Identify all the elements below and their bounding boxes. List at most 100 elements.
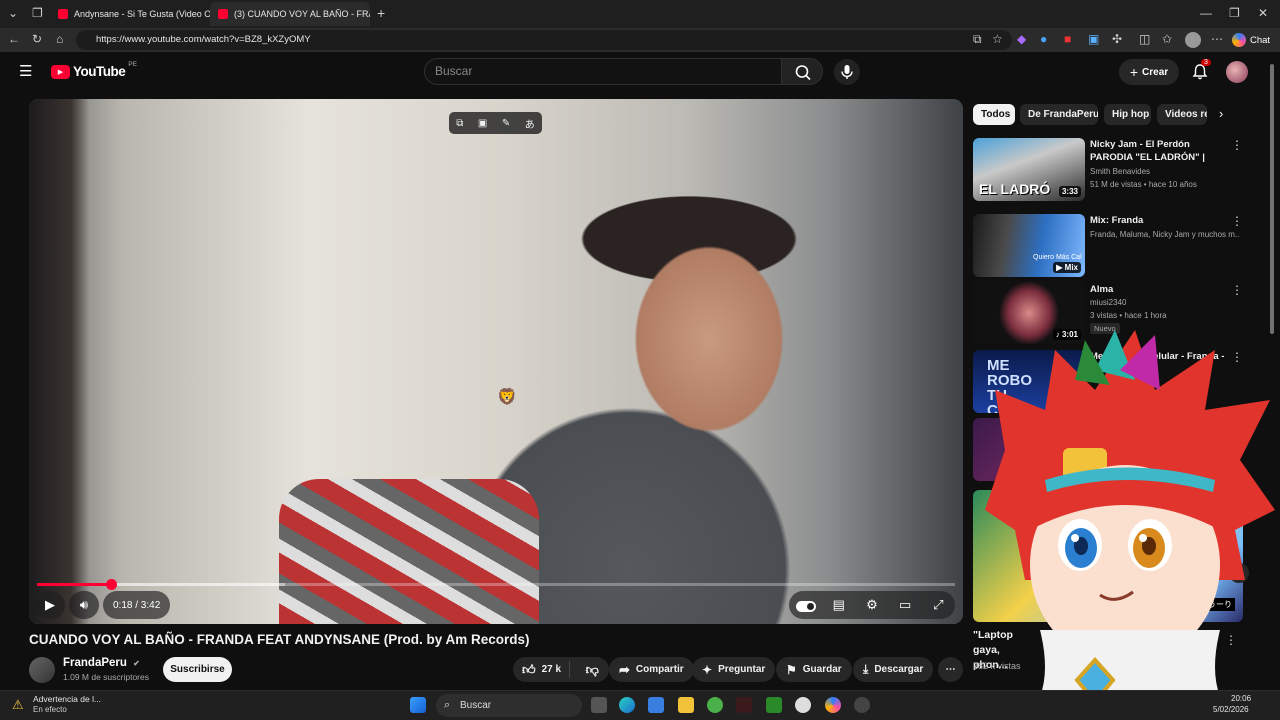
play-button[interactable]: ▶ [35,591,65,619]
task-view-icon[interactable] [591,697,607,713]
workspaces-icon[interactable]: ❐ [32,6,43,20]
app-icon[interactable] [736,697,752,713]
copilot-chat-button[interactable]: Chat [1232,31,1270,49]
chip-hip-hop[interactable]: Hip hop [1104,104,1151,125]
taskbar-search[interactable]: ⌕ Buscar [436,694,582,717]
picture-in-picture-icon[interactable]: ⧉ [456,118,463,129]
voice-search-button[interactable] [834,59,860,85]
thumbs-up-icon: 👍︎ [522,661,536,677]
channel-name[interactable]: FrandaPeru ✔ [63,657,140,669]
more-vertical-icon[interactable]: ⋮ [1231,214,1243,228]
share-button[interactable]: ➦ Compartir [609,657,694,682]
back-icon[interactable]: ← [8,32,20,46]
extension-icon[interactable]: ◆ [1017,32,1026,46]
settings-gear-icon[interactable]: ⚙ [858,597,886,613]
recommendation-item[interactable]: Quiero Más Cal ▶ Mix Mix: Franda Franda,… [973,210,1248,277]
edge-browser-icon[interactable] [619,697,635,713]
more-vertical-icon[interactable]: ⋮ [1231,138,1243,152]
volume-icon: 🔊︎ [79,597,89,612]
warning-icon[interactable]: ⚠ [12,697,24,713]
search-button[interactable] [781,58,823,85]
scrollbar-thumb[interactable] [1270,64,1274,334]
like-dislike-group: 👍︎ 27 k 👎︎ [513,657,609,682]
subtitles-icon[interactable]: ▤ [825,597,853,613]
refresh-icon[interactable]: ↻ [32,32,42,46]
mute-button[interactable]: 🔊︎ [69,591,99,619]
subscribe-button[interactable]: Suscribirse [163,657,232,682]
translate-icon[interactable]: あ [525,116,535,131]
app-icon[interactable] [707,697,723,713]
recommendation-title: Mix: Franda [1090,215,1144,226]
tab-andynsane[interactable]: Andynsane - Si Te Gusta (Video Of ✕ [50,2,210,26]
notes-icon[interactable]: ✎ [502,118,510,129]
download-button[interactable]: ⤓ Descargar [853,657,934,682]
video-player[interactable]: ⧉ ▣ ✎ あ 🦁 ▶ 🔊︎ 0:18 / 3:42 ▤ ⚙ ▭ ⤢ [29,99,963,624]
app-available-icon[interactable]: ⧉ [973,32,982,47]
tab-list-icon[interactable]: ⌄ [8,6,18,20]
tab-current-video[interactable]: (3) CUANDO VOY AL BAÑO - FRAN ✕ [210,2,370,26]
duration-badge: 3:33 [1058,186,1081,197]
progress-bar[interactable] [37,579,955,590]
create-button[interactable]: + Crear [1119,59,1179,85]
video-thumbnail[interactable]: Quiero Más Cal ▶ Mix [973,214,1085,277]
channel-avatar[interactable] [29,657,55,683]
obs-icon[interactable] [854,697,870,713]
notifications-button[interactable]: 3 [1190,59,1211,82]
url-input[interactable]: https://www.youtube.com/watch?v=BZ8_kXZy… [76,30,1012,50]
file-explorer-icon[interactable] [678,697,694,713]
page-scrollbar[interactable] [1268,60,1276,685]
video-title: CUANDO VOY AL BAÑO - FRANDA FEAT ANDYNSA… [29,632,530,647]
translate-icon[interactable]: ▣ [1088,32,1099,46]
weather-alert-status: En efecto [33,705,67,714]
dislike-button[interactable]: 👎︎ [576,662,609,678]
weather-alert-title[interactable]: Advertencia de l... [33,694,101,704]
home-icon[interactable]: ⌂ [56,32,63,46]
restore-icon[interactable]: ❐ [1229,6,1240,20]
like-button[interactable]: 👍︎ 27 k [513,661,570,678]
copilot-icon[interactable] [825,697,841,713]
favorite-star-icon[interactable]: ☆ [992,32,1003,46]
video-thumbnail[interactable]: EL LADRÓ 3:33 [973,138,1085,201]
save-button[interactable]: ⚑ Guardar [776,657,852,682]
ask-button[interactable]: ✦ Preguntar [692,657,776,682]
minimize-icon[interactable]: — [1200,6,1212,20]
start-windows-icon[interactable] [410,697,426,713]
chat-app-icon[interactable] [795,697,811,713]
taskbar-search-label: Buscar [460,700,492,711]
youtube-logo[interactable]: ▶ YouTube PE [51,61,137,79]
clock-time[interactable]: 20:06 [1231,694,1251,703]
chevron-right-icon[interactable]: › [1219,106,1223,121]
new-tab-icon[interactable]: + [377,5,385,21]
thumbnail-text: Quiero Más Cal [1033,254,1082,261]
extension-icon[interactable]: ● [1040,32,1047,46]
theater-mode-icon[interactable]: ▭ [891,597,919,613]
extensions-puzzle-icon[interactable]: ✣ [1112,32,1122,46]
save-label: Guardar [802,664,842,675]
close-window-icon[interactable]: ✕ [1258,6,1268,20]
thumbs-down-icon: 👎︎ [585,661,599,677]
capture-icon[interactable]: ▣ [478,118,487,129]
time-display: 0:18 / 3:42 [113,599,161,611]
youtube-favicon-icon [58,9,68,19]
fullscreen-icon[interactable]: ⤢ [924,597,952,613]
favorites-icon[interactable]: ✩ [1162,32,1172,46]
more-actions-button[interactable]: ⋯ [938,657,963,682]
more-menu-icon[interactable]: ⋯ [1211,32,1223,46]
youtube-play-logo-icon: ▶ [51,64,70,79]
xbox-icon[interactable] [766,697,782,713]
chip-videos[interactable]: Videos re [1157,104,1207,125]
extension-icon[interactable]: ■ [1064,32,1071,46]
search-input[interactable]: Buscar [424,58,782,85]
chip-de-frandaperu[interactable]: De FrandaPeru [1020,104,1098,125]
more-vertical-icon[interactable]: ⋮ [1231,283,1243,297]
account-avatar[interactable] [1226,61,1248,83]
clock-date[interactable]: 5/02/2026 [1213,705,1249,714]
recommendation-item[interactable]: EL LADRÓ 3:33 Nicky Jam - El Perdón PARO… [973,138,1248,204]
menu-icon[interactable]: ☰ [19,62,32,80]
profile-avatar[interactable] [1185,32,1201,48]
store-icon[interactable] [648,697,664,713]
chip-todos[interactable]: Todos [973,104,1015,125]
autoplay-toggle-icon[interactable] [792,598,820,613]
split-screen-icon[interactable]: ◫ [1139,32,1150,46]
like-count: 27 k [541,664,562,675]
